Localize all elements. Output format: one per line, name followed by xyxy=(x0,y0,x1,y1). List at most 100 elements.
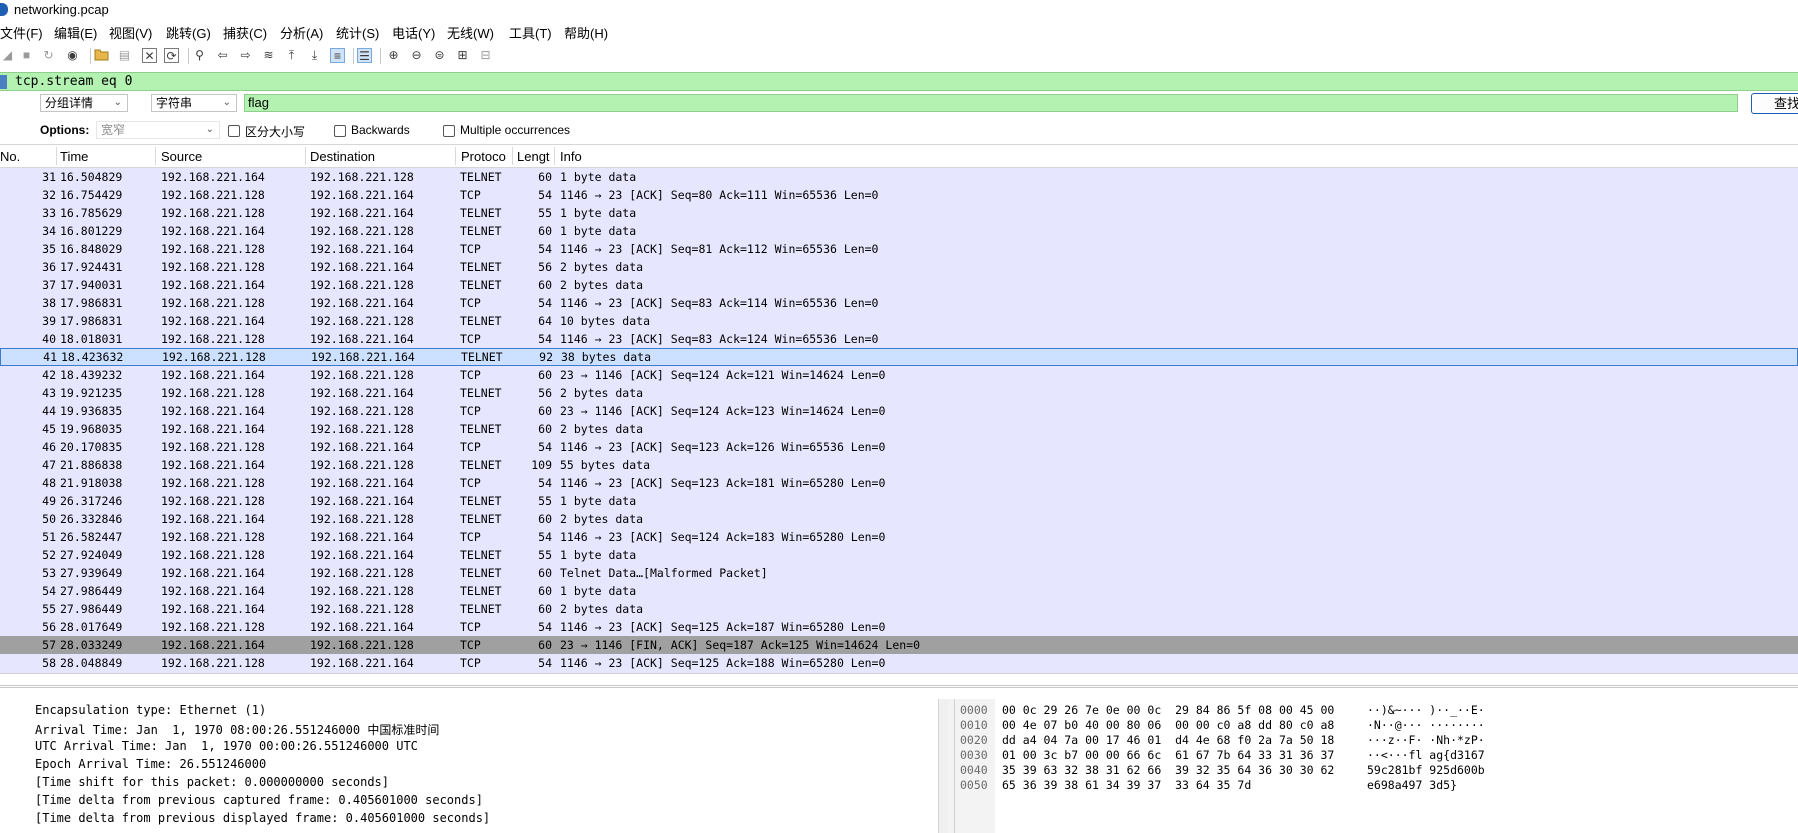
packet-row[interactable]: 33 16.785629 192.168.221.128 192.168.221.16… xyxy=(0,204,1798,222)
close-file-icon[interactable]: ✕ xyxy=(142,48,157,63)
packet-row[interactable]: 58 28.048849 192.168.221.128 192.168.221.16… xyxy=(0,654,1798,672)
column-length[interactable]: Lengt xyxy=(517,149,550,164)
packet-row[interactable]: 55 27.986449 192.168.221.164 192.168.221.12… xyxy=(0,600,1798,618)
packet-bytes-pane[interactable]: 0000 00 0c 29 26 7e 0e 00 0c 29 84 86 5f … xyxy=(955,699,1798,833)
byte-hex-line[interactable]: dd a4 04 7a 00 17 46 01 d4 4e 68 f0 2a 7… xyxy=(1002,733,1334,747)
column-time[interactable]: Time xyxy=(60,149,88,164)
colorize-icon[interactable]: ☰ xyxy=(357,48,372,63)
bookmark-icon[interactable] xyxy=(0,75,7,89)
packet-row[interactable]: 45 19.968035 192.168.221.164 192.168.221.12… xyxy=(0,420,1798,438)
zoom-in-icon[interactable]: ⊕ xyxy=(386,48,401,63)
byte-ascii-line[interactable]: ·N··@··· ········ xyxy=(1367,718,1485,732)
packet-row[interactable]: 47 21.886838 192.168.221.164 192.168.221.12… xyxy=(0,456,1798,474)
packet-row[interactable]: 50 26.332846 192.168.221.164 192.168.221.12… xyxy=(0,510,1798,528)
go-first-icon[interactable]: ⤒ xyxy=(284,48,299,63)
menu-help[interactable]: 帮助(H) xyxy=(564,23,608,42)
column-divider[interactable] xyxy=(56,147,57,165)
packet-row[interactable]: 39 17.986831 192.168.221.164 192.168.221.12… xyxy=(0,312,1798,330)
column-source[interactable]: Source xyxy=(161,149,202,164)
byte-ascii-line[interactable]: e698a497 3d5} xyxy=(1367,778,1457,792)
pane-splitter[interactable] xyxy=(0,685,1798,688)
detail-line[interactable]: Encapsulation type: Ethernet (1) xyxy=(35,703,266,717)
multiple-occurrences-checkbox[interactable] xyxy=(443,125,455,137)
packet-details-pane[interactable]: Encapsulation type: Ethernet (1) Arrival … xyxy=(0,699,938,833)
packet-row[interactable]: 32 16.754429 192.168.221.128 192.168.221.16… xyxy=(0,186,1798,204)
byte-hex-line[interactable]: 00 4e 07 b0 40 00 80 06 00 00 c0 a8 dd 8… xyxy=(1002,718,1334,732)
packet-list-scroll-area[interactable] xyxy=(0,673,1798,684)
packet-row[interactable]: 48 21.918038 192.168.221.128 192.168.221.16… xyxy=(0,474,1798,492)
menu-edit[interactable]: 编辑(E) xyxy=(54,23,97,42)
byte-ascii-line[interactable]: 59c281bf 925d600b xyxy=(1367,763,1485,777)
zoom-out-icon[interactable]: ⊖ xyxy=(409,48,424,63)
menu-capture[interactable]: 捕获(C) xyxy=(223,23,267,42)
detail-line[interactable]: [Time shift for this packet: 0.000000000… xyxy=(35,775,389,789)
find-input[interactable]: flag xyxy=(244,94,1738,112)
packet-row[interactable]: 52 27.924049 192.168.221.128 192.168.221.16… xyxy=(0,546,1798,564)
packet-row[interactable]: 56 28.017649 192.168.221.128 192.168.221.16… xyxy=(0,618,1798,636)
find-packet-icon[interactable]: ⚲ xyxy=(192,48,207,63)
display-filter-bar[interactable]: tcp.stream eq 0 xyxy=(0,72,1798,91)
menu-analyze[interactable]: 分析(A) xyxy=(280,23,323,42)
column-divider[interactable] xyxy=(305,147,306,165)
backwards-checkbox[interactable] xyxy=(334,125,346,137)
auto-scroll-icon[interactable]: ≡ xyxy=(330,48,345,63)
go-forward-icon[interactable]: ⇨ xyxy=(238,48,253,63)
go-last-icon[interactable]: ⤓ xyxy=(307,48,322,63)
packet-row[interactable]: 53 27.939649 192.168.221.164 192.168.221.12… xyxy=(0,564,1798,582)
details-bytes-splitter[interactable] xyxy=(948,699,955,833)
restart-capture-icon[interactable]: ↻ xyxy=(41,48,56,63)
menu-tools[interactable]: 工具(T) xyxy=(509,23,552,42)
packet-row[interactable]: 43 19.921235 192.168.221.128 192.168.221.16… xyxy=(0,384,1798,402)
resize-columns-icon[interactable]: ⊞ xyxy=(455,48,470,63)
detail-line[interactable]: Epoch Arrival Time: 26.551246000 xyxy=(35,757,266,771)
byte-ascii-line[interactable]: ··<···fl ag{d3167 xyxy=(1367,748,1485,762)
menu-telephony[interactable]: 电话(Y) xyxy=(392,23,435,42)
packet-row[interactable]: 35 16.848029 192.168.221.128 192.168.221.16… xyxy=(0,240,1798,258)
layout-icon[interactable]: ⊟ xyxy=(478,48,493,63)
charset-select[interactable]: 宽窄 ⌄ xyxy=(96,121,220,139)
detail-line[interactable]: [Time delta from previous displayed fram… xyxy=(35,811,490,825)
go-back-icon[interactable]: ⇦ xyxy=(215,48,230,63)
packet-row[interactable]: 40 18.018031 192.168.221.128 192.168.221.16… xyxy=(0,330,1798,348)
column-divider[interactable] xyxy=(554,147,555,165)
column-divider[interactable] xyxy=(512,147,513,165)
byte-hex-line[interactable]: 00 0c 29 26 7e 0e 00 0c 29 84 86 5f 08 0… xyxy=(1002,703,1334,717)
stop-capture-icon[interactable]: ■ xyxy=(19,48,34,63)
packet-row[interactable]: 34 16.801229 192.168.221.164 192.168.221.12… xyxy=(0,222,1798,240)
packet-row[interactable]: 51 26.582447 192.168.221.128 192.168.221.16… xyxy=(0,528,1798,546)
packet-row[interactable]: 49 26.317246 192.168.221.128 192.168.221.16… xyxy=(0,492,1798,510)
packet-row[interactable]: 57 28.033249 192.168.221.164 192.168.221.12… xyxy=(0,636,1798,654)
start-capture-icon[interactable]: ◢ xyxy=(0,48,15,63)
column-divider[interactable] xyxy=(155,147,156,165)
case-sensitive-checkbox[interactable] xyxy=(228,125,240,137)
packet-row[interactable]: 38 17.986831 192.168.221.128 192.168.221.16… xyxy=(0,294,1798,312)
packet-row[interactable]: 37 17.940031 192.168.221.164 192.168.221.12… xyxy=(0,276,1798,294)
packet-list[interactable]: 31 16.504829 192.168.221.164 192.168.221.12… xyxy=(0,168,1798,673)
reload-file-icon[interactable]: ⟳ xyxy=(164,48,179,63)
save-file-icon[interactable]: ▤ xyxy=(117,48,132,63)
detail-line[interactable]: [Time delta from previous captured frame… xyxy=(35,793,483,807)
search-type-select[interactable]: 字符串 ⌄ xyxy=(151,94,237,112)
column-destination[interactable]: Destination xyxy=(310,149,375,164)
column-protocol[interactable]: Protoco xyxy=(461,149,506,164)
detail-line[interactable]: UTC Arrival Time: Jan 1, 1970 00:00:26.5… xyxy=(35,739,418,753)
byte-hex-line[interactable]: 01 00 3c b7 00 00 66 6c 61 67 7b 64 33 3… xyxy=(1002,748,1334,762)
packet-row[interactable]: 36 17.924431 192.168.221.128 192.168.221.16… xyxy=(0,258,1798,276)
byte-hex-line[interactable]: 65 36 39 38 61 34 39 37 33 64 35 7d xyxy=(1002,778,1251,792)
packet-row[interactable]: 46 20.170835 192.168.221.128 192.168.221.16… xyxy=(0,438,1798,456)
menu-statistics[interactable]: 统计(S) xyxy=(336,23,379,42)
packet-row[interactable]: 42 18.439232 192.168.221.164 192.168.221.12… xyxy=(0,366,1798,384)
search-in-select[interactable]: 分组详情 ⌄ xyxy=(40,94,128,112)
menu-wireless[interactable]: 无线(W) xyxy=(447,23,494,42)
open-file-icon[interactable] xyxy=(94,48,109,63)
capture-options-icon[interactable]: ◉ xyxy=(65,48,80,63)
details-scrollbar[interactable] xyxy=(938,699,948,833)
menu-view[interactable]: 视图(V) xyxy=(109,23,152,42)
column-divider[interactable] xyxy=(455,147,456,165)
packet-row[interactable]: 41 18.423632 192.168.221.128 192.168.221.16… xyxy=(0,348,1798,366)
normal-size-icon[interactable]: ⊜ xyxy=(432,48,447,63)
packet-row[interactable]: 31 16.504829 192.168.221.164 192.168.221.12… xyxy=(0,168,1798,186)
column-info[interactable]: Info xyxy=(560,149,582,164)
byte-hex-line[interactable]: 35 39 63 32 38 31 62 66 39 32 35 64 36 3… xyxy=(1002,763,1334,777)
detail-line[interactable]: Arrival Time: Jan 1, 1970 08:00:26.55124… xyxy=(35,721,439,738)
